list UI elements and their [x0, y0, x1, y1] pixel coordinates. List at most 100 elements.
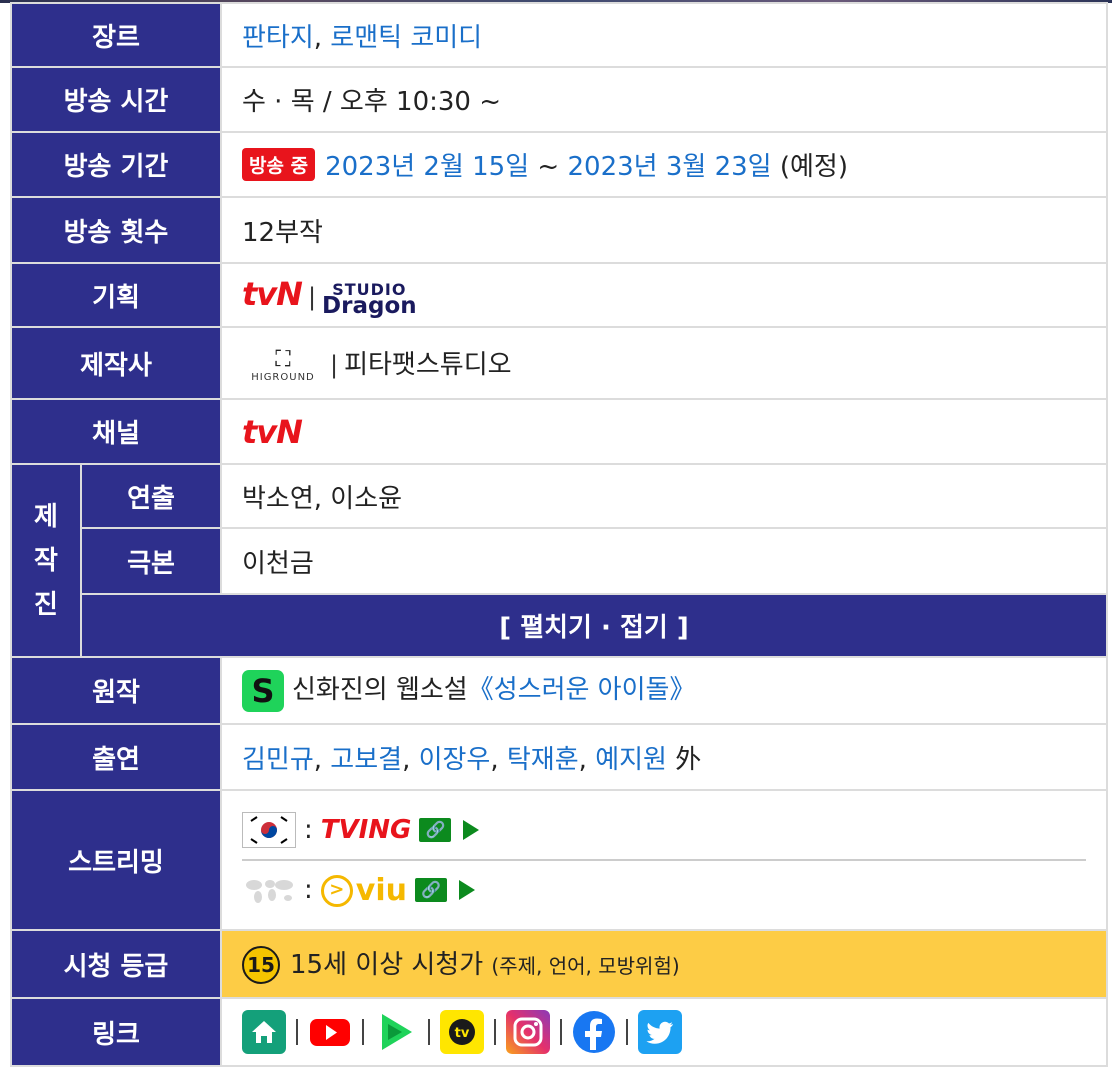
value-writer: 이천금 — [220, 527, 1108, 595]
colon: : — [304, 875, 313, 905]
original-prefix: 신화진의 웹소설 — [292, 675, 468, 706]
link-cast-member[interactable]: 예지원 — [595, 745, 667, 775]
row-rating: 시청 등급 15 15세 이상 시청가 (주제, 언어, 모방위험) — [10, 929, 1108, 999]
expand-collapse-toggle[interactable]: [ 펼치기 · 접기 ] — [80, 593, 1108, 658]
instagram-icon[interactable] — [506, 1010, 550, 1054]
tvn-logo[interactable]: tvN — [242, 275, 303, 313]
value-cast: 김민규, 고보결, 이장우, 탁재훈, 예지원 外 — [220, 723, 1108, 791]
tving-play-icon[interactable] — [374, 1010, 418, 1054]
separator: | — [307, 283, 317, 312]
row-cast: 출연 김민규, 고보결, 이장우, 탁재훈, 예지원 外 — [10, 723, 1108, 791]
row-genre: 장르 판타지, 로맨틱 코미디 — [10, 2, 1108, 68]
tving-logo[interactable]: TVING — [321, 815, 412, 845]
producer-name: 피타팻스튜디오 — [344, 349, 512, 380]
label-cast: 출연 — [10, 723, 222, 791]
stream-row-korea: : TVING 🔗 — [242, 801, 1106, 859]
link-icon[interactable]: 🔗 — [419, 818, 452, 842]
colon: : — [304, 815, 313, 845]
kakaotv-icon[interactable]: tv — [440, 1010, 484, 1054]
link-cast-member[interactable]: 이장우 — [419, 745, 491, 775]
quote-open: 《 — [467, 675, 494, 706]
label-genre: 장르 — [10, 2, 222, 68]
studio-dragon-logo[interactable]: STUDIO Dragon — [322, 281, 417, 318]
tvn-logo[interactable]: tvN — [242, 413, 303, 451]
separator — [626, 1019, 628, 1045]
value-planning: tvN | STUDIO Dragon — [220, 262, 1108, 328]
separator: | — [330, 350, 339, 379]
label-producer: 제작사 — [10, 326, 222, 400]
separator — [362, 1019, 364, 1045]
label-airtime: 방송 시간 — [10, 66, 222, 133]
play-icon[interactable] — [463, 820, 480, 840]
label-streaming: 스트리밍 — [10, 789, 222, 931]
link-cast-member[interactable]: 탁재훈 — [507, 745, 579, 775]
label-links: 링크 — [10, 997, 222, 1067]
label-rating: 시청 등급 — [10, 929, 222, 999]
world-map-icon — [242, 875, 296, 905]
tilde: ~ — [529, 152, 568, 182]
value-channel: tvN — [220, 398, 1108, 465]
value-director: 박소연, 이소윤 — [220, 463, 1108, 529]
value-links: tv — [220, 997, 1108, 1067]
link-original-title[interactable]: 성스러운 아이돌 — [494, 675, 670, 705]
link-cast-member[interactable]: 김민규 — [242, 745, 314, 775]
separator — [560, 1019, 562, 1045]
value-original: S 신화진의 웹소설《성스러운 아이돌》 — [220, 656, 1108, 725]
comma: , — [490, 744, 507, 775]
link-fantasy[interactable]: 판타지 — [242, 23, 314, 53]
value-rating: 15 15세 이상 시청가 (주제, 언어, 모방위험) — [220, 929, 1108, 999]
comma: , — [313, 22, 331, 53]
age-15-icon: 15 — [242, 946, 280, 985]
svg-text:tv: tv — [455, 1026, 470, 1041]
value-airtime: 수 · 목 / 오후 10:30 ~ — [220, 66, 1108, 133]
row-toggle: [ 펼치기 · 접기 ] — [11, 593, 1108, 658]
value-period: 방송 중 2023년 2월 15일 ~ 2023년 3월 23일 (예정) — [220, 131, 1108, 198]
link-cast-member[interactable]: 고보결 — [330, 745, 402, 775]
cast-suffix: 外 — [666, 744, 702, 775]
label-original: 원작 — [10, 656, 222, 725]
higround-logo[interactable]: ⛶ HIGROUND — [242, 347, 324, 383]
korea-flag-icon — [242, 812, 296, 848]
row-links: 링크 tv — [10, 997, 1108, 1067]
value-genre: 판타지, 로맨틱 코미디 — [220, 2, 1108, 68]
series-icon[interactable]: S — [242, 669, 284, 712]
comma: , — [578, 744, 596, 775]
link-end-date[interactable]: 2023년 3월 23일 — [567, 152, 771, 182]
separator — [494, 1019, 496, 1045]
label-planning: 기획 — [10, 262, 222, 328]
label-episodes: 방송 횟수 — [10, 196, 222, 264]
quote-close: 》 — [669, 675, 696, 706]
row-period: 방송 기간 방송 중 2023년 2월 15일 ~ 2023년 3월 23일 (예… — [10, 131, 1108, 198]
row-airtime: 방송 시간 수 · 목 / 오후 10:30 ~ — [10, 66, 1108, 133]
home-icon[interactable] — [242, 1010, 286, 1054]
note-scheduled: (예정) — [771, 152, 848, 182]
link-icon[interactable]: 🔗 — [414, 878, 447, 902]
row-writer: 극본 이천금 — [11, 527, 1108, 595]
rating-text: 15세 이상 시청가 — [290, 949, 484, 980]
drama-infobox: 장르 판타지, 로맨틱 코미디 방송 시간 수 · 목 / 오후 10:30 ~… — [10, 2, 1108, 1067]
label-director: 연출 — [80, 463, 222, 529]
label-writer: 극본 — [80, 527, 222, 595]
row-episodes: 방송 횟수 12부작 — [10, 196, 1108, 264]
separator — [428, 1019, 430, 1045]
row-director: 제작진 연출 박소연, 이소윤 — [10, 463, 1108, 658]
link-romantic-comedy[interactable]: 로맨틱 코미디 — [330, 23, 482, 53]
label-period: 방송 기간 — [10, 131, 222, 198]
facebook-icon[interactable] — [572, 1010, 616, 1054]
row-channel: 채널 tvN — [10, 398, 1108, 465]
twitter-icon[interactable] — [638, 1010, 682, 1054]
row-original: 원작 S 신화진의 웹소설《성스러운 아이돌》 — [10, 656, 1108, 725]
on-air-badge: 방송 중 — [242, 148, 316, 181]
link-start-date[interactable]: 2023년 2월 15일 — [325, 152, 529, 182]
youtube-icon[interactable] — [308, 1010, 352, 1054]
row-streaming: 스트리밍 : TVING 🔗 : > viu 🔗 — [10, 789, 1108, 931]
comma: , — [313, 744, 331, 775]
value-producer: ⛶ HIGROUND | 피타팻스튜디오 — [220, 326, 1108, 400]
viu-logo[interactable]: > viu — [320, 873, 407, 908]
stream-row-global: : > viu 🔗 — [242, 861, 1106, 919]
play-icon[interactable] — [458, 880, 475, 900]
value-streaming: : TVING 🔗 : > viu 🔗 — [220, 789, 1108, 931]
label-channel: 채널 — [10, 398, 222, 465]
label-crew-group: 제작진 — [10, 463, 82, 658]
row-producer: 제작사 ⛶ HIGROUND | 피타팻스튜디오 — [10, 326, 1108, 400]
